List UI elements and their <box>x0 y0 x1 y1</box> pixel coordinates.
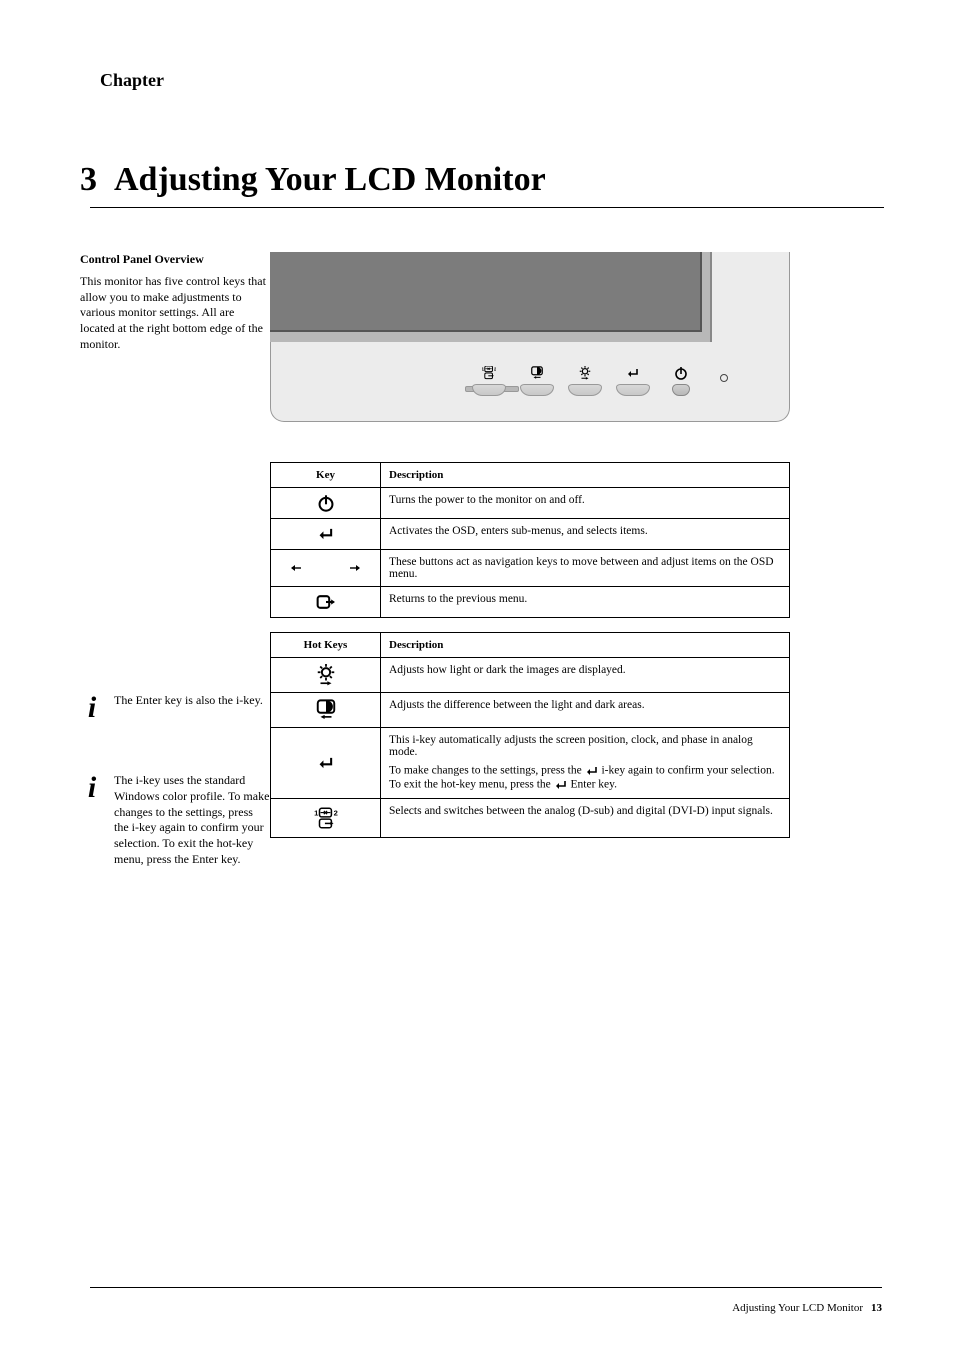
contrast-icon <box>316 699 336 721</box>
section-heading: Control Panel Overview <box>80 252 270 268</box>
exit-icon <box>315 593 337 611</box>
monitor-illustration <box>270 252 790 422</box>
contrast-button[interactable] <box>520 384 554 396</box>
table-row: Selects and switches between the analog … <box>271 799 790 838</box>
table-row: Turns the power to the monitor on and of… <box>271 488 790 519</box>
brightness-icon <box>578 366 592 380</box>
table-row: This i-key automatically adjusts the scr… <box>271 728 790 799</box>
page-footer: Adjusting Your LCD Monitor 13 <box>732 1302 882 1314</box>
info-note-1: i The Enter key is also the i-key. <box>80 693 270 723</box>
enter-icon <box>317 525 335 543</box>
title-divider <box>90 207 884 208</box>
info-icon: i <box>80 693 104 723</box>
contrast-icon <box>530 366 544 380</box>
enter-icon <box>626 366 640 380</box>
enter-icon <box>585 764 599 778</box>
led-indicator <box>720 374 728 382</box>
info-icon: i <box>80 773 104 803</box>
section-body: This monitor has five control keys that … <box>80 274 270 353</box>
input-source-button[interactable] <box>472 384 506 396</box>
left-arrow-icon <box>287 561 305 575</box>
enter-button[interactable] <box>616 384 650 396</box>
brightness-button[interactable] <box>568 384 602 396</box>
footer-divider <box>90 1287 882 1288</box>
table-header-desc: Description <box>381 463 790 488</box>
keys-table: Key Description Turns the power to the m… <box>270 462 790 618</box>
power-icon <box>317 494 335 512</box>
right-arrow-icon <box>346 561 364 575</box>
enter-icon <box>317 754 335 772</box>
table-header-key: Key <box>271 463 381 488</box>
info-note-2: i The i-key uses the standard Windows co… <box>80 773 270 868</box>
power-icon <box>674 366 688 380</box>
input-source-icon <box>313 805 339 831</box>
brightness-icon <box>316 664 336 686</box>
table-row: Returns to the previous menu. <box>271 587 790 618</box>
hotkeys-table: Hot Keys Description Adjusts how light o… <box>270 632 790 838</box>
table-row: These buttons act as navigation keys to … <box>271 550 790 587</box>
chapter-label: Chapter <box>100 70 874 91</box>
input-source-icon <box>482 366 496 380</box>
table-header-hotkeys: Hot Keys <box>271 633 381 658</box>
table-header-desc: Description <box>381 633 790 658</box>
power-button[interactable] <box>672 384 690 396</box>
table-row: Adjusts how light or dark the images are… <box>271 658 790 693</box>
table-row: Adjusts the difference between the light… <box>271 693 790 728</box>
table-row: Activates the OSD, enters sub-menus, and… <box>271 519 790 550</box>
page-title: 3 Adjusting Your LCD Monitor <box>80 161 874 199</box>
enter-icon <box>554 778 568 792</box>
